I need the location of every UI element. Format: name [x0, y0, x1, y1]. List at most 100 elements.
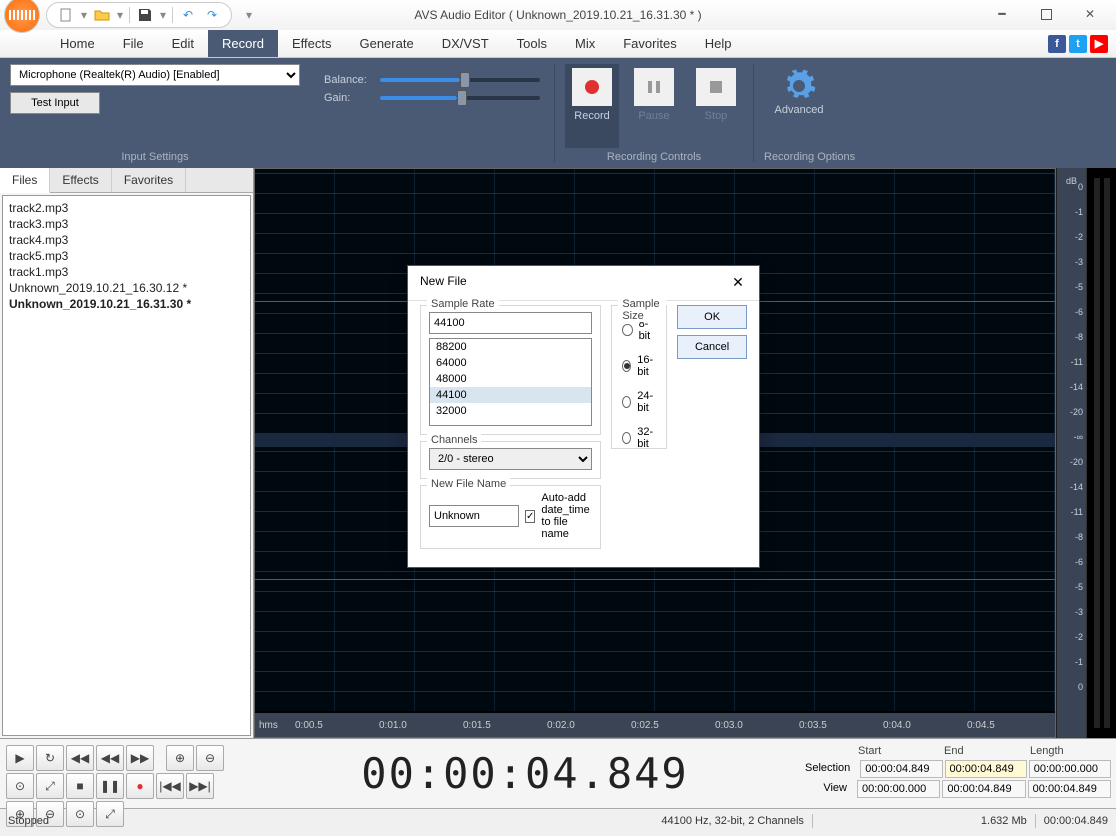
facebook-icon[interactable]: f — [1048, 35, 1066, 53]
gain-slider[interactable] — [380, 96, 540, 100]
qat-dropdown-icon[interactable]: ▾ — [158, 5, 168, 25]
timeline[interactable]: hms0:00.50:01.00:01.50:02.00:02.50:03.00… — [255, 713, 1055, 737]
save-icon[interactable] — [134, 5, 156, 25]
side-tab-files[interactable]: Files — [0, 168, 50, 193]
sample-rate-option[interactable]: 88200 — [430, 339, 591, 355]
file-item[interactable]: track2.mp3 — [7, 200, 246, 216]
sample-rate-option[interactable]: 44100 — [430, 387, 591, 403]
new-file-icon[interactable] — [55, 5, 77, 25]
ribbon: Microphone (Realtek(R) Audio) [Enabled] … — [0, 58, 1116, 168]
gain-label: Gain: — [324, 92, 380, 104]
transport-stop-button[interactable]: ■ — [66, 773, 94, 799]
menu-edit[interactable]: Edit — [158, 30, 208, 57]
transport-buttons: ▶ ↻ ◀◀ ◀◀ ▶▶ ⊕ ⊖ ⊙ ⤢ ■ ❚❚ ● |◀◀ ▶▶| ⊕ ⊖ … — [0, 739, 254, 808]
db-scale: dB 0-1-2-3-5-6-8-11-14-20-∞-20-14-11-8-6… — [1056, 168, 1086, 738]
balance-slider[interactable] — [380, 78, 540, 82]
maximize-button[interactable] — [1024, 0, 1068, 28]
ribbon-group-label: Recording Controls — [565, 148, 743, 166]
pause-button[interactable]: Pause — [627, 64, 681, 148]
stop-button[interactable]: Stop — [689, 64, 743, 148]
prev-button[interactable]: ◀◀ — [96, 745, 124, 771]
vzoom-sel-button[interactable]: ⤢ — [96, 801, 124, 827]
sample-rate-option[interactable]: 48000 — [430, 371, 591, 387]
qat-dropdown-icon[interactable]: ▾ — [115, 5, 125, 25]
menu-help[interactable]: Help — [691, 30, 746, 57]
test-input-button[interactable]: Test Input — [10, 92, 100, 114]
next-button[interactable]: ▶▶ — [126, 745, 154, 771]
sample-rate-input[interactable] — [429, 312, 592, 334]
cancel-button[interactable]: Cancel — [677, 335, 747, 359]
menu-favorites[interactable]: Favorites — [609, 30, 690, 57]
goto-start-button[interactable]: |◀◀ — [156, 773, 184, 799]
ribbon-group-label: Input Settings — [10, 148, 300, 166]
balance-label: Balance: — [324, 74, 380, 86]
minimize-button[interactable]: ━ — [980, 0, 1024, 28]
zoom-sel-button[interactable]: ⤢ — [36, 773, 64, 799]
rewind-button[interactable]: ◀◀ — [66, 745, 94, 771]
play-button[interactable]: ▶ — [6, 745, 34, 771]
close-button[interactable]: ✕ — [1068, 0, 1112, 28]
transport-area: ▶ ↻ ◀◀ ◀◀ ▶▶ ⊕ ⊖ ⊙ ⤢ ■ ❚❚ ● |◀◀ ▶▶| ⊕ ⊖ … — [0, 738, 1116, 808]
loop-button[interactable]: ↻ — [36, 745, 64, 771]
sample-size-radio[interactable]: 24-bit — [620, 384, 658, 420]
transport-record-button[interactable]: ● — [126, 773, 154, 799]
zoom-in-button[interactable]: ⊕ — [166, 745, 194, 771]
side-tab-favorites[interactable]: Favorites — [112, 168, 186, 192]
titlebar: ▾ ▾ ▾ ↶ ↷ ▾ AVS Audio Editor ( Unknown_2… — [0, 0, 1116, 30]
status-size: 1.632 Mb — [981, 815, 1027, 827]
record-button[interactable]: Record — [565, 64, 619, 148]
menu-effects[interactable]: Effects — [278, 30, 346, 57]
status-state: Stopped — [8, 815, 49, 827]
twitter-icon[interactable]: t — [1069, 35, 1087, 53]
menu-home[interactable]: Home — [46, 30, 109, 57]
dialog-close-button[interactable]: ✕ — [729, 274, 747, 292]
app-logo — [4, 0, 40, 33]
side-panel: FilesEffectsFavorites track2.mp3track3.m… — [0, 168, 254, 738]
sample-rate-list[interactable]: 8820064000480004410032000 — [429, 338, 592, 426]
qat-dropdown-icon[interactable]: ▾ — [79, 5, 89, 25]
file-item[interactable]: Unknown_2019.10.21_16.31.30 * — [7, 296, 246, 312]
ribbon-group-label: Recording Options — [764, 148, 855, 166]
sample-size-radio[interactable]: 32-bit — [620, 420, 658, 456]
menu-file[interactable]: File — [109, 30, 158, 57]
level-meters — [1086, 168, 1116, 738]
file-item[interactable]: Unknown_2019.10.21_16.30.12 * — [7, 280, 246, 296]
sample-rate-option[interactable]: 32000 — [430, 403, 591, 419]
time-grid: Start End Length Selection 00:00:04.849 … — [796, 739, 1116, 808]
file-item[interactable]: track4.mp3 — [7, 232, 246, 248]
vzoom-fit-button[interactable]: ⊙ — [66, 801, 94, 827]
status-duration: 00:00:04.849 — [1044, 815, 1108, 827]
auto-add-checkbox[interactable]: ✓ — [525, 510, 535, 523]
youtube-icon[interactable]: ▶ — [1090, 35, 1108, 53]
statusbar: Stopped 44100 Hz, 32-bit, 2 Channels 1.6… — [0, 808, 1116, 832]
dialog-title: New File — [420, 274, 467, 292]
channels-select[interactable]: 2/0 - stereo — [429, 448, 592, 470]
zoom-fit-button[interactable]: ⊙ — [6, 773, 34, 799]
filename-input[interactable] — [429, 505, 519, 527]
menu-generate[interactable]: Generate — [345, 30, 427, 57]
transport-pause-button[interactable]: ❚❚ — [96, 773, 124, 799]
advanced-button[interactable]: Advanced — [764, 64, 834, 148]
menu-record[interactable]: Record — [208, 30, 278, 57]
status-format: 44100 Hz, 32-bit, 2 Channels — [661, 815, 803, 827]
qat-customize-icon[interactable]: ▾ — [238, 5, 260, 25]
file-item[interactable]: track5.mp3 — [7, 248, 246, 264]
zoom-out-button[interactable]: ⊖ — [196, 745, 224, 771]
auto-add-label: Auto-add date_time to file name — [541, 492, 592, 540]
file-item[interactable]: track1.mp3 — [7, 264, 246, 280]
undo-icon[interactable]: ↶ — [177, 5, 199, 25]
menu-mix[interactable]: Mix — [561, 30, 609, 57]
new-file-dialog: New File ✕ Sample Rate 88200640004800044… — [407, 265, 760, 568]
goto-end-button[interactable]: ▶▶| — [186, 773, 214, 799]
redo-icon[interactable]: ↷ — [201, 5, 223, 25]
sample-size-radio[interactable]: 16-bit — [620, 348, 658, 384]
open-folder-icon[interactable] — [91, 5, 113, 25]
ok-button[interactable]: OK — [677, 305, 747, 329]
input-device-select[interactable]: Microphone (Realtek(R) Audio) [Enabled] — [10, 64, 300, 86]
menu-tools[interactable]: Tools — [503, 30, 561, 57]
menu-dx-vst[interactable]: DX/VST — [428, 30, 503, 57]
file-item[interactable]: track3.mp3 — [7, 216, 246, 232]
sample-rate-option[interactable]: 64000 — [430, 355, 591, 371]
file-list[interactable]: track2.mp3track3.mp3track4.mp3track5.mp3… — [2, 195, 251, 736]
side-tab-effects[interactable]: Effects — [50, 168, 111, 192]
